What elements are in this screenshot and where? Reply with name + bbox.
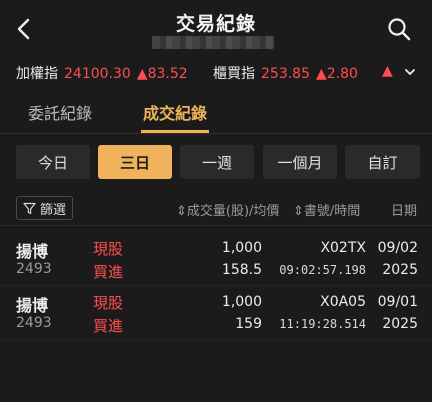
trade-side: 買進 [93,317,124,335]
account-number-blurred [152,36,274,49]
trade-date-year: 2025 [382,316,418,332]
trade-type: 現股 [93,294,124,312]
page-title: 交易紀錄 [175,13,256,35]
active-tab-indicator [141,130,209,133]
ticker-taiex: 加權指 24100.30 ▲83.52 [16,63,188,83]
ticker-otc-change: ▲2.80 [316,66,358,82]
period-custom-button[interactable]: 自訂 [345,145,420,179]
trade-type: 現股 [93,240,124,258]
table-row[interactable]: 揚博 2493 現股 買進 1,000 159 X0A05 11:19:28.5… [0,286,432,340]
filter-label: 篩選 [40,202,67,218]
ticker-otc: 櫃買指 253.85 ▲2.80 [213,63,358,83]
period-one-week-button[interactable]: 一週 [180,145,254,179]
stock-code: 2493 [16,315,52,331]
ticker-otc-label: 櫃買指 [213,66,255,82]
funnel-icon [23,202,36,214]
sort-qty-price-header[interactable]: ⇕成交量(股)/均價 [176,200,279,219]
stock-code: 2493 [16,261,52,277]
ticker-taiex-label: 加權指 [16,66,58,82]
period-today-button[interactable]: 今日 [16,145,90,179]
ticker-otc-value: 253.85 [261,66,310,82]
stock-name: 揚博 [16,296,49,315]
header: 交易紀錄 [0,0,432,56]
book-number: X0A05 [320,294,366,310]
sort-book-time-header[interactable]: ⇕書號/時間 [293,200,360,219]
trade-date-md: 09/02 [377,240,418,256]
search-icon [388,18,411,41]
ticker-more-arrow: ▲ [382,63,393,79]
index-ticker[interactable]: 加權指 24100.30 ▲83.52 櫃買指 253.85 ▲2.80 ▲ [0,56,432,88]
trade-price: 158.5 [221,262,262,278]
tab-trade-records[interactable]: 成交紀錄 [143,100,207,124]
trade-time: 09:02:57.198 [279,263,366,277]
record-tabs: 委託紀錄 成交紀錄 [0,90,432,134]
chevron-down-icon[interactable] [402,64,418,80]
trade-records-screen: 交易紀錄 加權指 24100.30 ▲83.52 櫃買指 253.85 ▲2.80 ▲ … [0,0,432,402]
trade-price: 159 [235,316,262,332]
tab-order-records[interactable]: 委託紀錄 [28,100,92,124]
filter-bar: 篩選 ⇕成交量(股)/均價 ⇕書號/時間 日期 [0,192,432,226]
trade-quantity: 1,000 [221,294,262,310]
trade-side: 買進 [93,263,124,281]
table-row[interactable]: 揚博 2493 現股 買進 1,000 158.5 X02TX 09:02:57… [0,232,432,286]
trade-quantity: 1,000 [221,240,262,256]
filter-button[interactable]: 篩選 [16,196,74,220]
ticker-taiex-value: 24100.30 [64,66,131,82]
book-number: X02TX [320,240,366,256]
date-header: 日期 [391,204,418,219]
stock-name: 揚博 [16,242,49,261]
period-three-days-button[interactable]: 三日 [98,145,172,179]
period-one-month-button[interactable]: 一個月 [263,145,337,179]
period-selector: 今日 三日 一週 一個月 自訂 [16,145,420,179]
search-button[interactable] [384,14,414,44]
ticker-taiex-change: ▲83.52 [136,66,188,82]
trade-date-md: 09/01 [377,294,418,310]
trade-date-year: 2025 [382,262,418,278]
trade-time: 11:19:28.514 [279,317,366,331]
